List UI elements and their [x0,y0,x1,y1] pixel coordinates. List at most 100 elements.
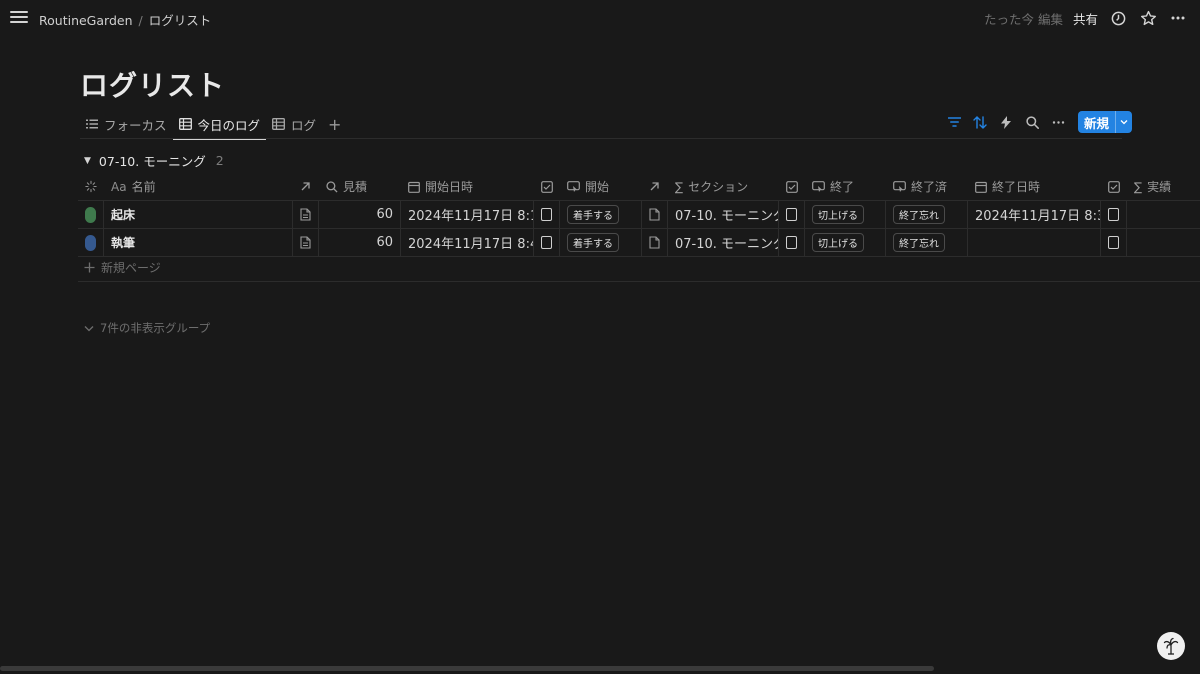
page-cell[interactable] [293,229,319,256]
button-type-icon [893,180,906,192]
hidden-groups-toggle[interactable]: 7件の非表示グループ [84,320,210,336]
end-datetime-cell[interactable] [968,229,1101,256]
header-section[interactable]: ∑ セクション [668,173,779,200]
header-start-datetime-label: 開始日時 [425,180,474,194]
document-icon [649,208,660,221]
header-name[interactable]: Aa 名前 [104,173,293,200]
collapse-triangle-icon[interactable]: ▼ [84,156,91,166]
header-actual[interactable]: ∑ 実績 [1127,173,1200,200]
chevron-down-icon[interactable] [1115,111,1132,133]
checkbox[interactable] [1108,208,1119,221]
start-datetime-value: 2024年11月17日 8:18 [408,209,534,224]
header-estimate[interactable]: 見積 [319,173,401,200]
section-cell[interactable]: 07-10. モーニング [668,201,779,228]
search-icon [326,180,338,193]
end-datetime-cell[interactable]: 2024年11月17日 8:39 [968,201,1101,228]
checkbox-cell[interactable] [534,229,560,256]
history-icon[interactable] [1108,8,1128,28]
header-end-done[interactable]: 終了済 [886,173,968,200]
header-actual-label: 実績 [1147,180,1172,194]
estimate-cell[interactable]: 60 [319,229,401,256]
checkbox-cell[interactable] [1101,201,1127,228]
arrow-up-right-icon [650,182,659,191]
group-label: 07-10. モーニング [98,154,206,169]
search-icon[interactable] [1022,112,1042,132]
tab-log[interactable]: ログ [266,110,322,138]
breadcrumb-workspace[interactable]: RoutineGarden [39,13,133,28]
end-datetime-value: 2024年11月17日 8:39 [975,209,1101,224]
header-end[interactable]: 終了 [805,173,886,200]
table-row[interactable]: 起床 60 2024年11月17日 8:18 着手する 07-10. モーニング… [78,201,1200,229]
breadcrumb: RoutineGarden / ログリスト [39,10,211,29]
checkbox[interactable] [541,208,552,221]
checkbox-type-icon [786,180,798,193]
horizontal-scrollbar[interactable] [0,666,934,671]
header-relation-2[interactable] [642,173,668,200]
status-dot [85,234,96,251]
tab-focus[interactable]: フォーカス [80,110,173,138]
status-cell[interactable] [78,229,104,256]
header-status-column[interactable] [78,173,104,200]
section-cell[interactable]: 07-10. モーニング [668,229,779,256]
breadcrumb-page[interactable]: ログリスト [149,13,212,28]
favorite-star-icon[interactable] [1138,8,1158,28]
text-type-icon: Aa [111,179,127,194]
sort-icon[interactable] [970,112,990,132]
checkbox-cell[interactable] [779,229,805,256]
new-page-button[interactable]: 新規ページ [84,259,161,276]
database-toolbar: 新規 [944,111,1133,133]
header-checkbox-2[interactable] [779,173,805,200]
sigma-icon: ∑ [1134,179,1143,194]
header-start[interactable]: 開始 [560,173,642,200]
filter-icon[interactable] [944,112,964,132]
add-view-icon[interactable]: + [322,115,347,134]
document-icon [649,236,660,249]
more-options-icon[interactable] [1048,112,1068,132]
more-options-icon[interactable] [1168,8,1188,28]
start-datetime-cell[interactable]: 2024年11月17日 8:18 [401,201,534,228]
page-cell[interactable] [642,229,668,256]
checkbox[interactable] [541,236,552,249]
checkbox-cell[interactable] [534,201,560,228]
header-start-datetime[interactable]: 開始日時 [401,173,534,200]
actual-cell[interactable]: 22 [1127,229,1200,256]
page-cell[interactable] [642,201,668,228]
group-header[interactable]: ▼ 07-10. モーニング 2 [84,151,224,170]
header-checkbox-3[interactable] [1101,173,1127,200]
checkbox[interactable] [786,208,797,221]
end-button[interactable]: 切上げる [812,233,864,252]
menu-icon[interactable] [10,9,28,27]
help-button[interactable] [1157,632,1185,660]
tab-today-log[interactable]: 今日のログ [172,110,267,140]
section-value: 07-10. モーニング [675,209,779,224]
name-cell[interactable]: 起床 [104,201,293,228]
estimate-cell[interactable]: 60 [319,201,401,228]
status-cell[interactable] [78,201,104,228]
end-forgot-button[interactable]: 終了忘れ [893,233,945,252]
table-icon [178,118,192,130]
list-icon [86,119,98,129]
end-button[interactable]: 切上げる [812,205,864,224]
start-datetime-cell[interactable]: 2024年11月17日 8:41 [401,229,534,256]
page-cell[interactable] [293,201,319,228]
actual-cell[interactable]: 21 [1127,201,1200,228]
header-end-datetime[interactable]: 終了日時 [968,173,1101,200]
checkbox-cell[interactable] [779,201,805,228]
checkbox[interactable] [1108,236,1119,249]
table-row[interactable]: 執筆 60 2024年11月17日 8:41 着手する 07-10. モーニング… [78,229,1200,257]
estimate-value: 60 [376,235,393,250]
share-button[interactable]: 共有 [1073,9,1098,28]
sigma-icon: ∑ [675,179,684,194]
group-count: 2 [215,153,224,168]
checkbox[interactable] [786,236,797,249]
checkbox-cell[interactable] [1101,229,1127,256]
start-button[interactable]: 着手する [567,233,619,252]
start-button[interactable]: 着手する [567,205,619,224]
arrow-up-right-icon [301,182,310,191]
name-cell[interactable]: 執筆 [104,229,293,256]
header-checkbox-1[interactable] [534,173,560,200]
end-forgot-button[interactable]: 終了忘れ [893,205,945,224]
header-relation[interactable] [293,173,319,200]
new-button[interactable]: 新規 [1078,111,1133,133]
automation-bolt-icon[interactable] [996,112,1016,132]
